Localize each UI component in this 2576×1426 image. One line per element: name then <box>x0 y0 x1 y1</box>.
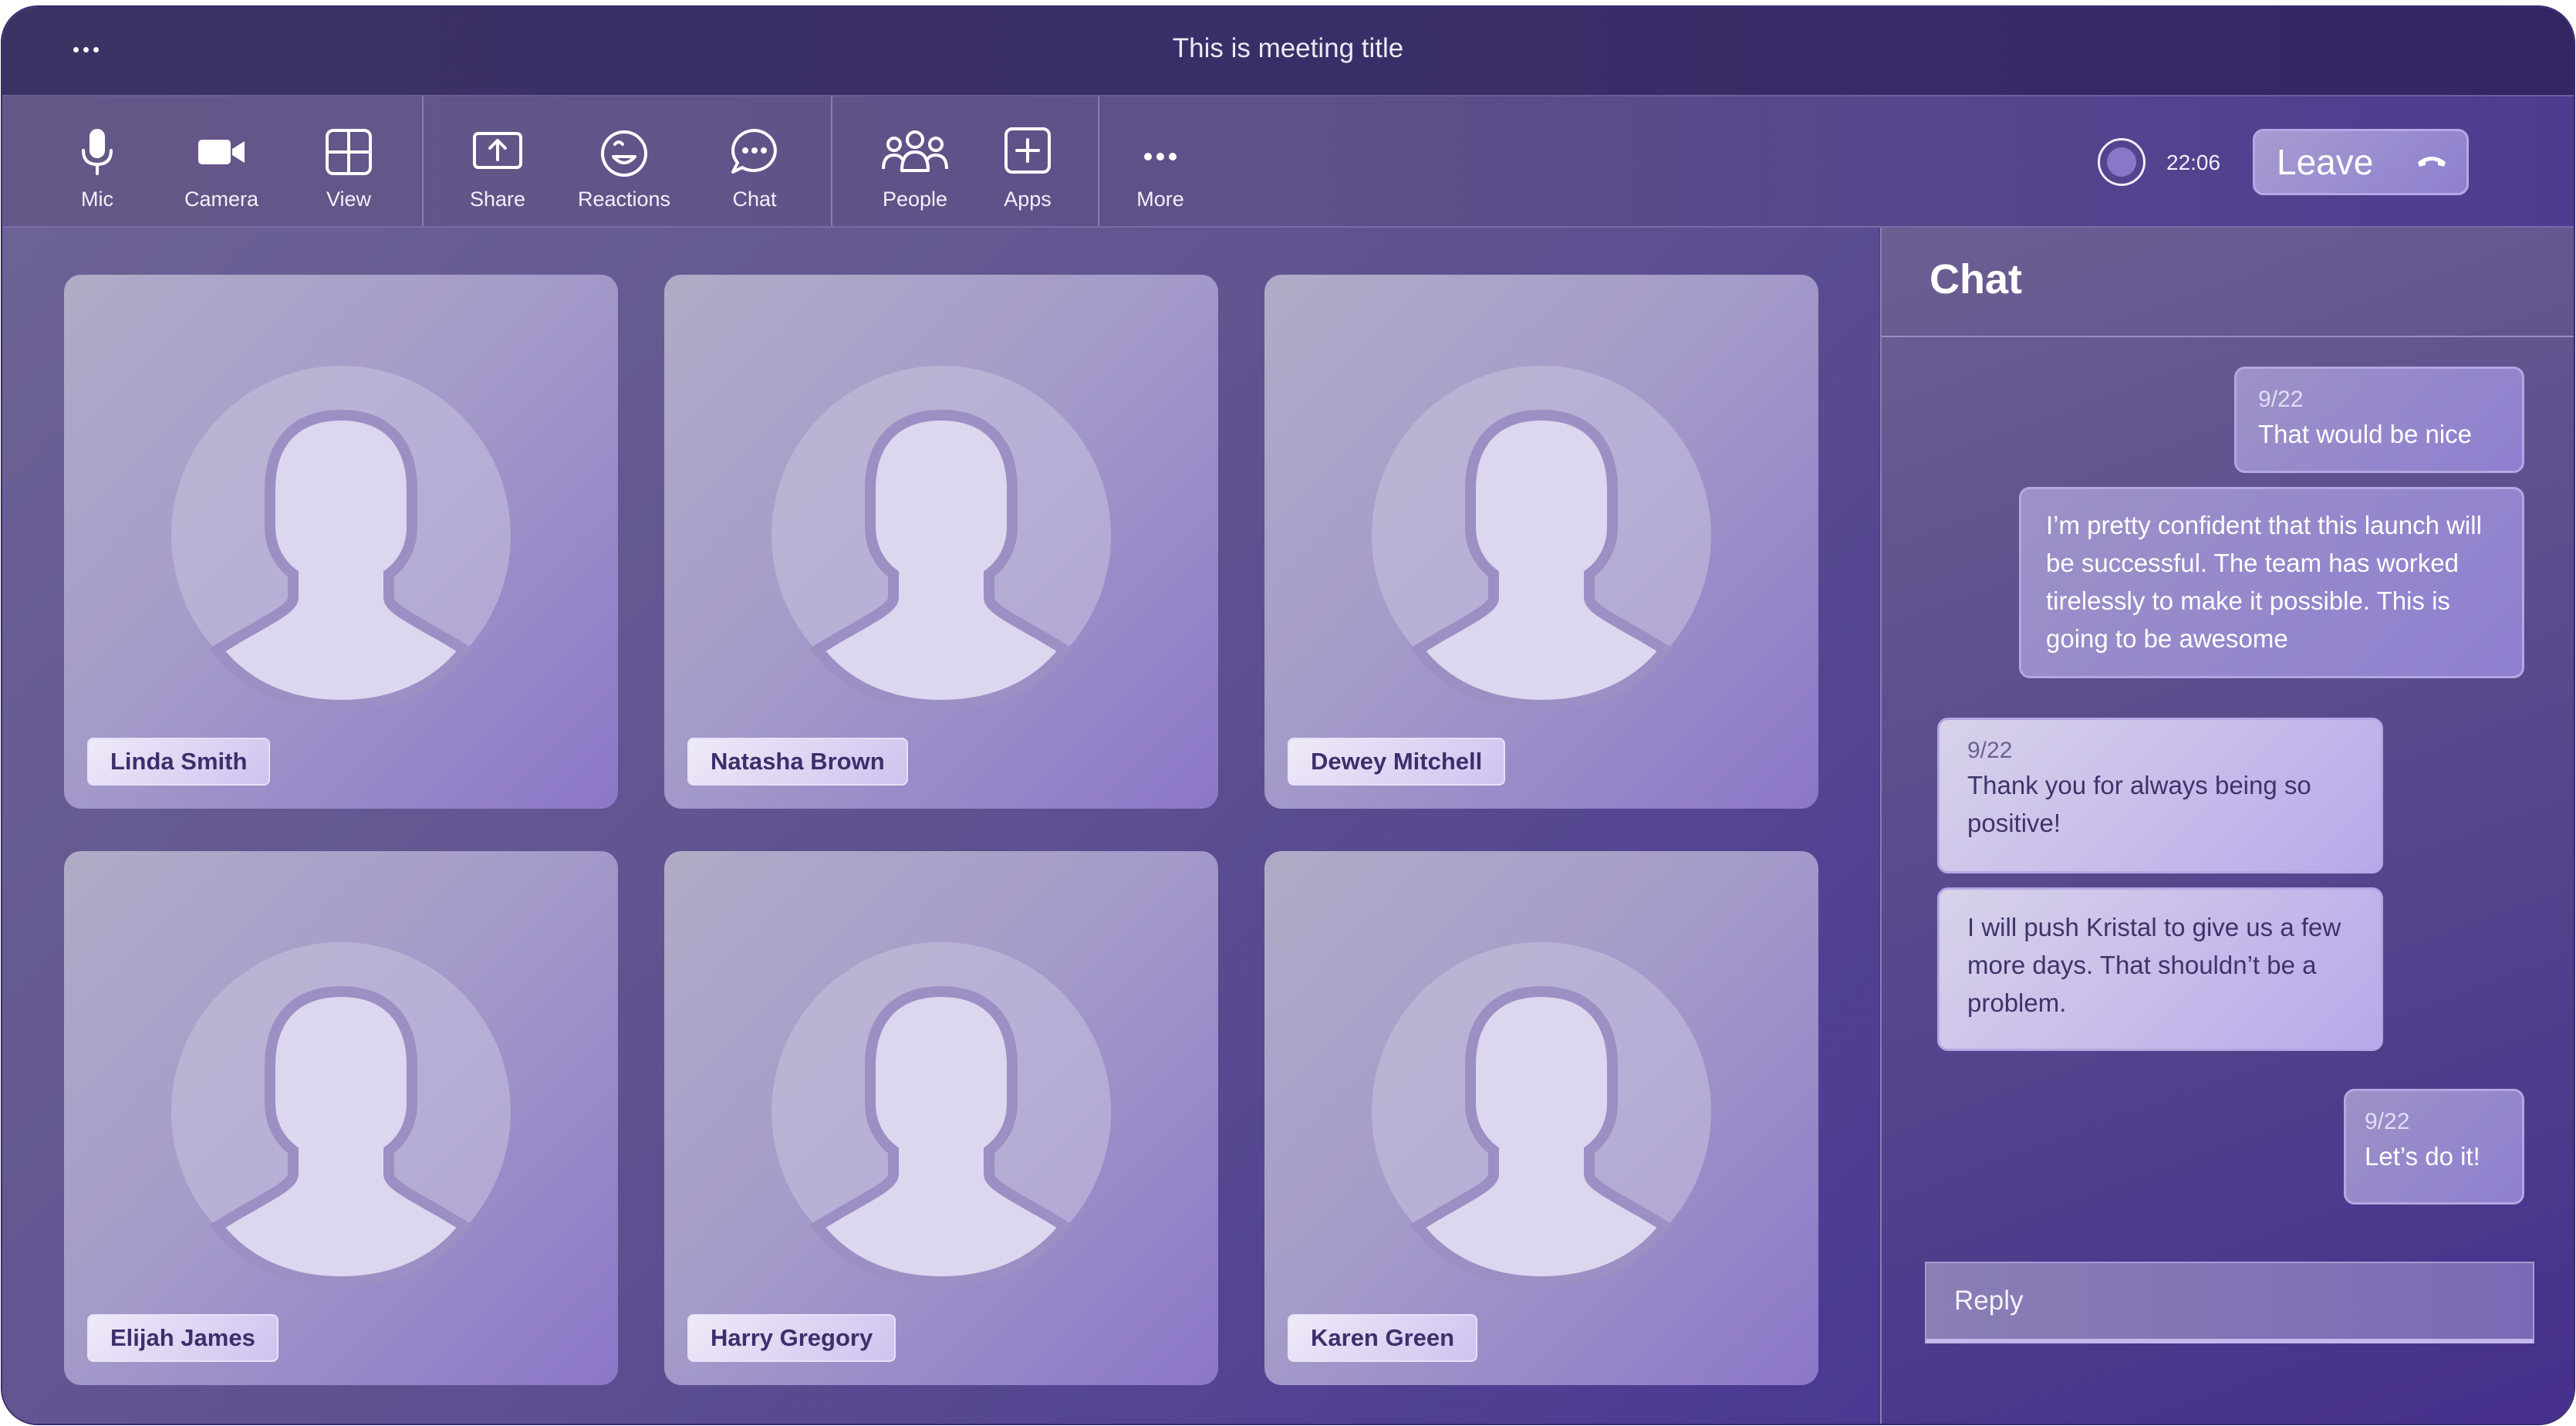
participant-name: Elijah James <box>87 1314 279 1362</box>
add-app-icon <box>1004 127 1051 174</box>
meeting-window: This is meeting title Mic Camera View Sh… <box>2 7 2574 1424</box>
record-icon <box>2107 147 2136 177</box>
message-text: I will push Kristal to give us a few mor… <box>1967 913 2341 1017</box>
title-bar: This is meeting title <box>2 7 2574 96</box>
reactions-label: Reactions <box>577 188 671 211</box>
toolbar-divider <box>1098 96 1099 226</box>
message-date: 9/22 <box>2258 387 2304 412</box>
reply-input[interactable] <box>1926 1263 2533 1339</box>
share-button[interactable]: Share <box>468 96 527 226</box>
apps-button[interactable]: Apps <box>1001 96 1055 226</box>
video-camera-icon <box>198 140 245 164</box>
message-text: Let’s do it! <box>2365 1142 2480 1171</box>
chat-label: Chat <box>732 188 777 211</box>
participant-name: Linda Smith <box>87 738 271 786</box>
emoji-reaction-icon <box>601 130 647 177</box>
more-label: More <box>1136 188 1184 211</box>
camera-button[interactable]: Camera <box>183 96 260 226</box>
participant-name: Harry Gregory <box>687 1314 896 1362</box>
avatar-placeholder-icon <box>171 366 511 705</box>
people-label: People <box>882 188 948 211</box>
participant-tile[interactable]: Elijah James <box>64 851 618 1385</box>
participant-tile[interactable]: Harry Gregory <box>664 851 1218 1385</box>
participant-tile[interactable]: Natasha Brown <box>664 275 1218 809</box>
chat-header: Chat <box>1882 228 2574 337</box>
message-date: 9/22 <box>2365 1109 2410 1134</box>
chat-message[interactable]: 9/22 That would be nice <box>2234 367 2524 473</box>
participant-name: Natasha Brown <box>687 738 908 786</box>
participant-grid: Linda Smith Natasha Brown Dewey Mitchell… <box>2 228 1879 1424</box>
avatar-placeholder-icon <box>771 942 1111 1282</box>
reactions-button[interactable]: Reactions <box>575 96 674 226</box>
microphone-icon <box>82 129 113 175</box>
participant-tile[interactable]: Linda Smith <box>64 275 618 809</box>
hang-up-phone-icon <box>2418 157 2446 167</box>
chat-panel: Chat 9/22 That would be nice I’m pretty … <box>1880 228 2574 1424</box>
more-options-icon <box>1144 153 1177 161</box>
people-button[interactable]: People <box>879 96 951 226</box>
chat-message[interactable]: I’m pretty confident that this launch wi… <box>2019 487 2524 678</box>
leave-button[interactable]: Leave <box>2253 129 2469 195</box>
chat-message[interactable]: 9/22 Thank you for always being so posit… <box>1937 718 2383 874</box>
toolbar-divider <box>422 96 424 226</box>
recording-indicator[interactable] <box>2098 138 2146 186</box>
view-label: View <box>326 188 372 211</box>
participant-name: Karen Green <box>1288 1314 1478 1362</box>
message-text: Thank you for always being so positive! <box>1967 771 2311 837</box>
camera-label: Camera <box>184 188 259 211</box>
more-button[interactable]: More <box>1133 96 1187 226</box>
meeting-title: This is meeting title <box>1172 33 1404 63</box>
message-date: 9/22 <box>1967 738 2013 763</box>
chat-message[interactable]: 9/22 Let’s do it! <box>2344 1089 2524 1205</box>
apps-label: Apps <box>1004 188 1052 211</box>
participant-tile[interactable]: Dewey Mitchell <box>1264 275 1818 809</box>
share-screen-icon <box>473 132 522 169</box>
leave-label: Leave <box>2277 142 2374 182</box>
mic-label: Mic <box>81 188 113 211</box>
participant-name: Dewey Mitchell <box>1288 738 1506 786</box>
share-label: Share <box>469 188 526 211</box>
chat-message[interactable]: I will push Kristal to give us a few mor… <box>1937 887 2383 1051</box>
chat-bubble-icon <box>731 129 777 174</box>
meeting-toolbar: Mic Camera View Share Reactions Chat Peo… <box>2 96 2574 228</box>
mic-button[interactable]: Mic <box>70 96 124 226</box>
chat-title: Chat <box>1929 256 2022 302</box>
avatar-placeholder-icon <box>171 942 511 1282</box>
message-text: That would be nice <box>2258 420 2473 448</box>
meeting-timer: 22:06 <box>2166 150 2221 174</box>
avatar-placeholder-icon <box>1372 366 1711 705</box>
people-icon <box>882 130 948 172</box>
reply-box <box>1925 1262 2534 1343</box>
message-text: I’m pretty confident that this launch wi… <box>2046 511 2482 653</box>
grid-view-icon <box>326 129 372 175</box>
avatar-placeholder-icon <box>1372 942 1711 1282</box>
chat-button[interactable]: Chat <box>728 96 782 226</box>
avatar-placeholder-icon <box>771 366 1111 705</box>
view-button[interactable]: View <box>322 96 376 226</box>
participant-tile[interactable]: Karen Green <box>1264 851 1818 1385</box>
toolbar-divider <box>831 96 832 226</box>
